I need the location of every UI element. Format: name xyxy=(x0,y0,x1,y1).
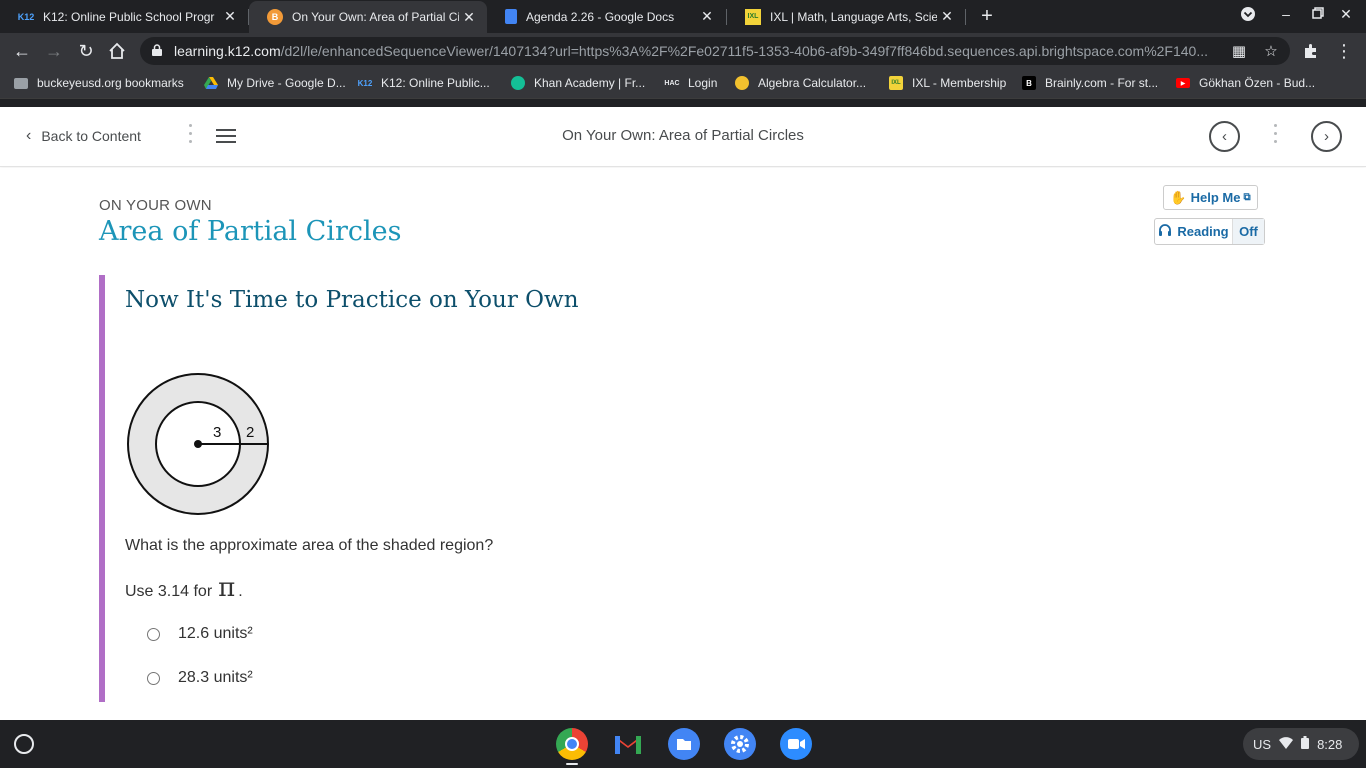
hand-icon: ✋ xyxy=(1170,189,1187,205)
close-icon[interactable]: ✕ xyxy=(220,8,240,25)
content-header: ‹ Back to Content On Your Own: Area of P… xyxy=(0,107,1366,167)
google-docs-icon xyxy=(505,9,517,24)
reading-state: Off xyxy=(1232,219,1264,244)
zoom-icon[interactable] xyxy=(780,728,812,760)
youtube-icon: ▶ xyxy=(1176,78,1190,88)
back-arrow-icon[interactable]: ← xyxy=(11,40,33,62)
pi-symbol: π xyxy=(218,573,236,603)
folder-icon xyxy=(14,77,28,89)
launcher-icon[interactable] xyxy=(14,734,34,754)
battery-icon xyxy=(1301,736,1310,752)
lock-icon xyxy=(152,44,162,56)
previous-topic-button[interactable]: ‹ xyxy=(1209,121,1240,152)
chrome-icon[interactable] xyxy=(556,728,588,760)
active-app-indicator xyxy=(566,763,578,765)
ring-width-label: 2 xyxy=(246,424,254,441)
bookmark-k12[interactable]: K12 K12: Online Public... xyxy=(358,76,490,90)
bookmark-brainly[interactable]: B Brainly.com - For st... xyxy=(1022,76,1158,90)
forward-arrow-icon[interactable]: → xyxy=(43,40,65,62)
input-locale: US xyxy=(1253,736,1272,752)
bookmark-hac-login[interactable]: HAC Login xyxy=(664,76,717,90)
bookmark-ixl-membership[interactable]: IXL IXL - Membership xyxy=(889,76,1006,90)
close-icon[interactable]: ✕ xyxy=(459,9,479,26)
ixl-icon: IXL xyxy=(889,76,903,90)
close-icon[interactable]: ✕ xyxy=(937,8,957,25)
extensions-icon[interactable] xyxy=(1300,40,1322,62)
new-tab-plus-icon[interactable]: + xyxy=(976,5,998,27)
os-shelf: US 8:28 xyxy=(0,720,1366,768)
tab-title: On Your Own: Area of Partial Circ xyxy=(292,10,459,24)
practice-panel: Now It's Time to Practice on Your Own 3 … xyxy=(99,275,1269,702)
ixl-icon: IXL xyxy=(745,8,761,25)
next-topic-button[interactable]: › xyxy=(1311,121,1342,152)
gmail-icon[interactable] xyxy=(612,728,644,760)
minimize-icon[interactable]: – xyxy=(1276,6,1296,22)
brightspace-icon: B xyxy=(267,9,283,25)
browser-toolbar: ← → ↻ learning.k12.com/d2l/le/enhancedSe… xyxy=(0,33,1366,69)
bookmark-folder[interactable]: buckeyeusd.org bookmarks xyxy=(14,76,184,90)
radio-button[interactable] xyxy=(147,671,160,685)
tab-divider xyxy=(965,9,966,25)
close-icon[interactable]: ✕ xyxy=(697,8,717,25)
radio-button[interactable] xyxy=(147,627,160,641)
pi-instruction: Use 3.14 for π . xyxy=(125,573,243,603)
hac-icon: HAC xyxy=(664,79,680,87)
reload-icon[interactable]: ↻ xyxy=(75,40,97,62)
center-point xyxy=(194,440,202,448)
clock-time: 8:28 xyxy=(1317,736,1343,752)
home-icon[interactable] xyxy=(106,40,128,62)
k12-icon: K12 xyxy=(357,78,373,88)
concentric-circles-figure: 3 2 xyxy=(125,371,271,522)
tab-title: Agenda 2.26 - Google Docs xyxy=(526,9,675,24)
external-link-icon: ⧉ xyxy=(1243,192,1251,203)
calculator-icon xyxy=(735,76,749,90)
google-drive-icon xyxy=(204,76,218,90)
star-icon[interactable]: ☆ xyxy=(1262,42,1280,60)
settings-gear-icon[interactable] xyxy=(724,728,756,760)
practice-heading: Now It's Time to Practice on Your Own xyxy=(125,287,579,313)
restore-icon[interactable] xyxy=(1308,6,1328,22)
inner-radius-label: 3 xyxy=(213,424,221,441)
page-top-edge xyxy=(0,99,1366,107)
bookmarks-bar: buckeyeusd.org bookmarks My Drive - Goog… xyxy=(0,69,1366,99)
bookmark-my-drive[interactable]: My Drive - Google D... xyxy=(204,76,346,90)
page-title: On Your Own: Area of Partial Circles xyxy=(562,127,804,144)
tab-title: K12: Online Public School Progr xyxy=(43,9,215,24)
address-bar[interactable]: learning.k12.com/d2l/le/enhancedSequence… xyxy=(140,37,1290,65)
tab-google-docs[interactable]: Agenda 2.26 - Google Docs ✕ xyxy=(487,0,725,33)
url-text: learning.k12.com/d2l/le/enhancedSequence… xyxy=(174,43,1209,59)
lesson-content: ON YOUR OWN Area of Partial Circles ✋ He… xyxy=(0,168,1366,720)
tab-k12[interactable]: K12 K12: Online Public School Progr ✕ xyxy=(0,0,248,33)
k12-icon: K12 xyxy=(17,11,35,22)
bookmark-algebra-calculator[interactable]: Algebra Calculator... xyxy=(735,76,866,90)
khan-academy-icon xyxy=(511,76,525,90)
bookmark-khan-academy[interactable]: Khan Academy | Fr... xyxy=(511,76,645,90)
section-kicker: ON YOUR OWN xyxy=(99,197,212,214)
reading-toggle-button[interactable]: Reading Off xyxy=(1154,218,1265,245)
qr-code-icon[interactable]: ▦ xyxy=(1230,42,1248,60)
lesson-title: Area of Partial Circles xyxy=(99,216,402,247)
question-text: What is the approximate area of the shad… xyxy=(125,537,494,554)
status-tray[interactable]: US 8:28 xyxy=(1243,728,1359,760)
wifi-icon xyxy=(1279,736,1294,752)
brainly-icon: B xyxy=(1022,76,1036,90)
help-me-button[interactable]: ✋ Help Me ⧉ xyxy=(1163,185,1258,210)
close-window-icon[interactable]: ✕ xyxy=(1336,6,1356,23)
headphones-icon xyxy=(1158,223,1172,240)
tab-area-partial-circles[interactable]: B On Your Own: Area of Partial Circ ✕ xyxy=(249,1,487,33)
files-icon[interactable] xyxy=(668,728,700,760)
answer-option[interactable]: 28.3 units² xyxy=(147,669,253,687)
browser-tab-strip: K12 K12: Online Public School Progr ✕ B … xyxy=(0,0,1366,33)
answer-option[interactable]: 12.6 units² xyxy=(147,625,253,643)
bookmark-youtube[interactable]: ▶ Gökhan Özen - Bud... xyxy=(1176,76,1315,90)
divider-dots xyxy=(1274,124,1278,150)
tab-search-icon[interactable] xyxy=(1238,6,1258,25)
tab-title: IXL | Math, Language Arts, Scien xyxy=(770,9,937,24)
tab-ixl[interactable]: IXL IXL | Math, Language Arts, Scien ✕ xyxy=(727,0,965,33)
menu-kebab-icon[interactable]: ⋮ xyxy=(1333,40,1355,62)
